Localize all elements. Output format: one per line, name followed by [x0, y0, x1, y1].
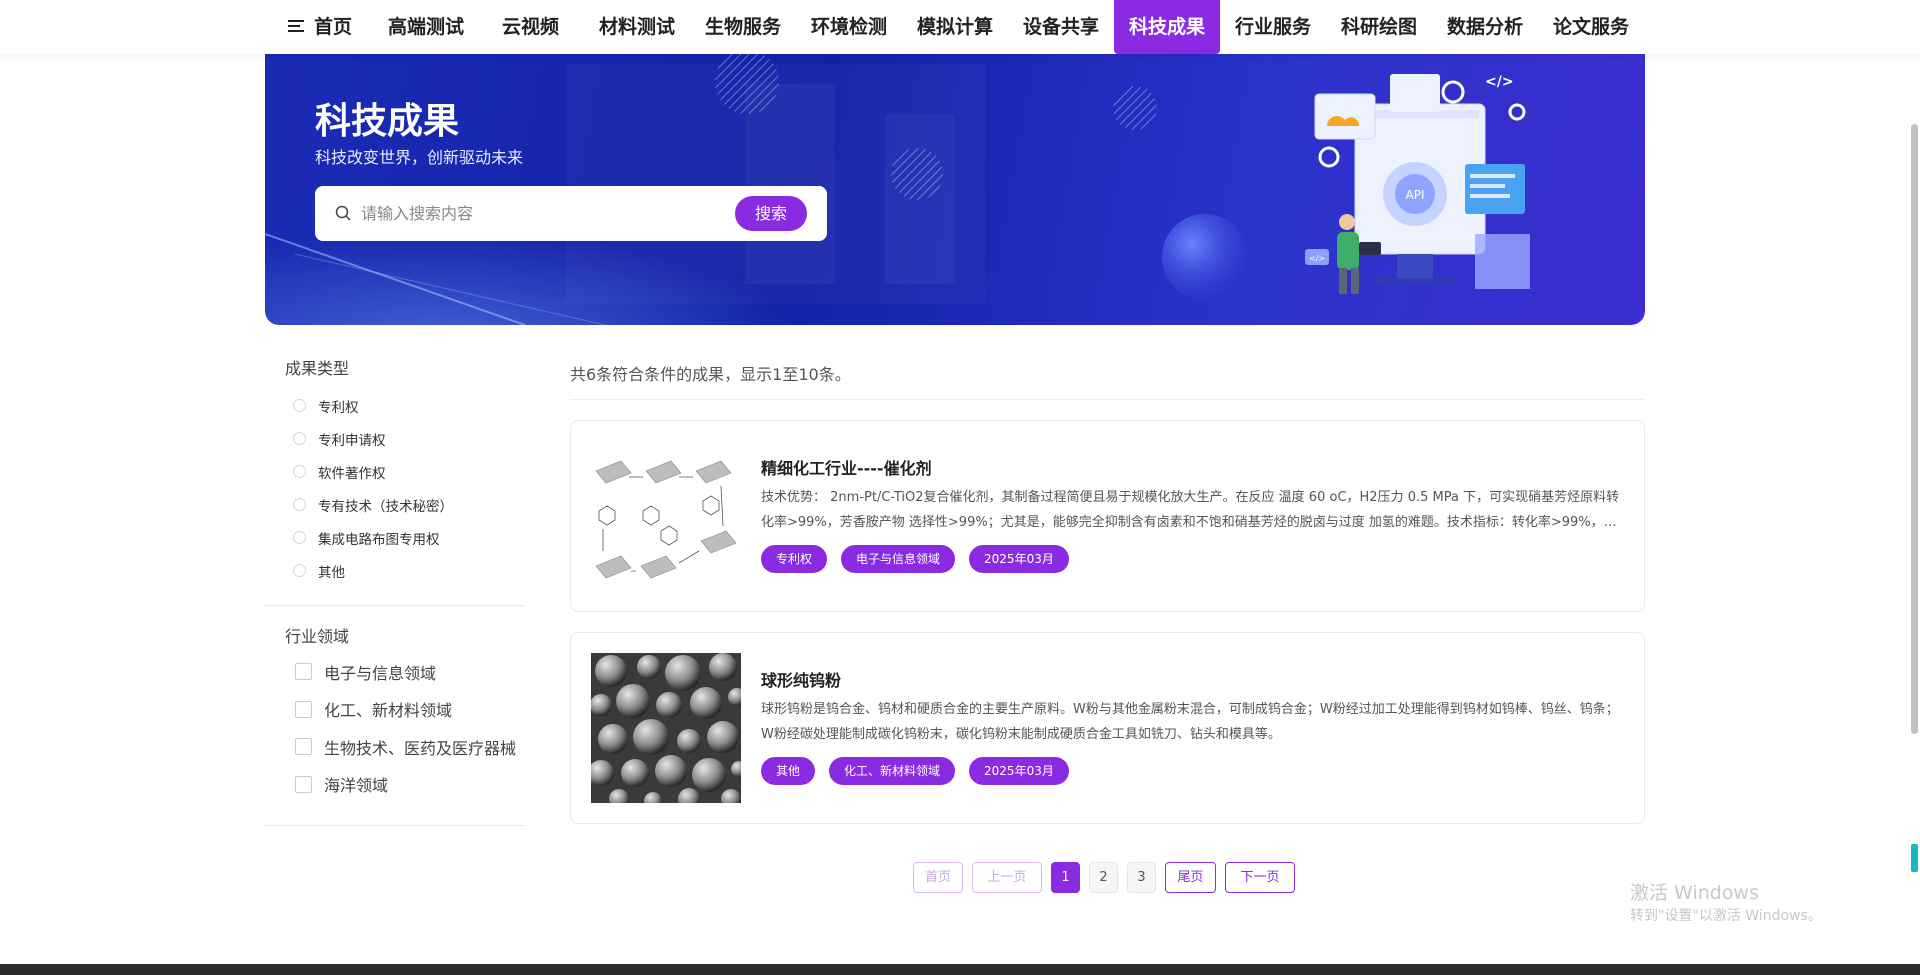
first-page-button[interactable]: 首页: [913, 862, 963, 893]
tungsten-powder-image: [591, 653, 741, 803]
search-input[interactable]: [361, 196, 701, 231]
last-page-button[interactable]: 尾页: [1165, 862, 1216, 893]
result-description: 球形钨粉是钨合金、钨材和硬质合金的主要生产原料。W粉与其他金属粉末混合，可制成钨…: [761, 702, 1619, 742]
next-page-button[interactable]: 下一页: [1225, 862, 1295, 893]
code-label: </>: [1485, 74, 1514, 90]
type-option-label: 专利权: [318, 399, 359, 416]
tag-type[interactable]: 其他: [761, 757, 816, 785]
result-card[interactable]: 精细化工行业----催化剂 技术优势： 2nm-Pt/C-TiO2复合催化剂，其…: [570, 420, 1645, 612]
result-title[interactable]: 精细化工行业----催化剂: [761, 455, 932, 479]
radio-button[interactable]: [293, 432, 306, 445]
checkbox[interactable]: [295, 663, 312, 681]
search-icon: [335, 205, 351, 221]
radio-button[interactable]: [293, 498, 306, 511]
type-option-patent[interactable]: 专利权: [293, 389, 525, 422]
field-option-marine[interactable]: 海洋领域: [295, 766, 525, 804]
type-option-ic-layout[interactable]: 集成电路布图专用权: [293, 521, 525, 554]
pagination: 首页 上一页 1 2 3 尾页 下一页: [913, 862, 1304, 893]
type-option-patent-application[interactable]: 专利申请权: [293, 422, 525, 455]
field-option-label: 生物技术、医药及医疗器械: [324, 738, 517, 758]
type-option-label: 软件著作权: [318, 465, 386, 482]
type-option-other[interactable]: 其他: [293, 554, 525, 587]
nav-item-paper-services[interactable]: 论文服务: [1548, 0, 1634, 54]
api-label: API: [1406, 188, 1425, 202]
footer-edge: [0, 964, 1920, 975]
nav-item-environment[interactable]: 环境检测: [806, 0, 892, 54]
checkbox[interactable]: [295, 738, 312, 756]
field-option-biotech-medical[interactable]: 生物技术、医药及医疗器械: [295, 728, 525, 766]
field-option-electronics[interactable]: 电子与信息领域: [295, 653, 525, 691]
tag-field[interactable]: 化工、新材料领域: [829, 757, 956, 785]
tag-date[interactable]: 2025年03月: [969, 545, 1069, 573]
scroll-side-marker: [1911, 844, 1918, 872]
nav-item-simulation[interactable]: 模拟计算: [912, 0, 998, 54]
result-image-tungsten[interactable]: [591, 653, 741, 803]
activation-watermark-text: 转到"设置"以激活 Windows。: [1630, 908, 1822, 924]
radio-button[interactable]: [293, 564, 306, 577]
radio-button[interactable]: [293, 531, 306, 544]
top-nav: 首页 高端测试 云视频 材料测试 生物服务 环境检测 模拟计算 设备共享 科技成…: [0, 0, 1920, 54]
nav-item-label: 首页: [313, 16, 352, 38]
result-description: 技术优势： 2nm-Pt/C-TiO2复合催化剂，其制备过程简便且易于规模化放大…: [761, 490, 1620, 530]
tag-type[interactable]: 专利权: [761, 545, 828, 573]
nav-item-bio-services[interactable]: 生物服务: [700, 0, 786, 54]
radio-button[interactable]: [293, 465, 306, 478]
field-group-title: 行业领域: [285, 627, 350, 646]
type-option-know-how[interactable]: 专有技术（技术秘密）: [293, 488, 525, 521]
code-label-small: </>: [1309, 254, 1325, 263]
field-option-label: 化工、新材料领域: [324, 701, 453, 721]
page-title: 科技成果: [315, 101, 460, 142]
type-option-label: 专有技术（技术秘密）: [318, 498, 453, 515]
divider: [265, 825, 525, 826]
result-summary: 共6条符合条件的成果，显示1至10条。: [570, 355, 1645, 400]
nav-item-tech-achievements[interactable]: 科技成果: [1114, 0, 1220, 54]
nav-item-cloud-video[interactable]: 云视频: [493, 0, 568, 54]
nav-item-research-drawing[interactable]: 科研绘图: [1336, 0, 1422, 54]
nav-item-high-end-testing[interactable]: 高端测试: [383, 0, 469, 54]
page-scrollbar[interactable]: [1908, 54, 1920, 967]
checkbox[interactable]: [295, 775, 312, 793]
result-tags: 专利权 电子与信息领域 2025年03月: [761, 545, 1083, 573]
page-subtitle: 科技改变世界，创新驱动未来: [315, 148, 524, 167]
type-option-label: 专利申请权: [318, 432, 386, 449]
filter-sidebar: 成果类型 专利权 专利申请权 软件著作权 专有技术（技术秘密） 集成电路布图专用…: [265, 355, 525, 826]
type-option-label: 其他: [318, 564, 345, 581]
prev-page-button[interactable]: 上一页: [972, 862, 1042, 893]
nav-item-home[interactable]: 首页: [285, 0, 355, 54]
result-image-catalyst[interactable]: [591, 441, 741, 591]
hero-banner: 科技成果 科技改变世界，创新驱动未来 搜索 API </> </>: [265, 54, 1645, 325]
tag-field[interactable]: 电子与信息领域: [841, 545, 956, 573]
result-card[interactable]: 球形纯钨粉 球形钨粉是钨合金、钨材和硬质合金的主要生产原料。W粉与其他金属粉末混…: [570, 632, 1645, 824]
api-illustration: API </> </>: [1305, 74, 1530, 294]
type-option-label: 集成电路布图专用权: [318, 531, 440, 548]
activation-watermark-title: 激活 Windows: [1630, 882, 1759, 904]
field-option-label: 电子与信息领域: [324, 663, 437, 683]
reaction-scheme-image: [591, 441, 741, 591]
type-group-title: 成果类型: [285, 359, 350, 378]
nav-item-equipment-sharing[interactable]: 设备共享: [1018, 0, 1104, 54]
result-tags: 其他 化工、新材料领域 2025年03月: [761, 757, 1083, 785]
page-button-3[interactable]: 3: [1127, 862, 1156, 893]
tag-date[interactable]: 2025年03月: [969, 757, 1069, 785]
search-box: 搜索: [315, 186, 827, 241]
results-panel: 共6条符合条件的成果，显示1至10条。 精细化工行业----催化剂 技术优势： …: [570, 355, 1645, 824]
field-option-chemical-materials[interactable]: 化工、新材料领域: [295, 691, 525, 729]
type-option-software-copyright[interactable]: 软件著作权: [293, 455, 525, 488]
nav-item-industry-services[interactable]: 行业服务: [1230, 0, 1316, 54]
search-button[interactable]: 搜索: [735, 196, 807, 231]
scrollbar-thumb[interactable]: [1911, 124, 1918, 734]
checkbox[interactable]: [295, 700, 312, 718]
nav-item-data-analysis[interactable]: 数据分析: [1442, 0, 1528, 54]
page-button-1[interactable]: 1: [1051, 862, 1080, 893]
field-option-label: 海洋领域: [324, 776, 389, 796]
result-title[interactable]: 球形纯钨粉: [761, 667, 841, 691]
radio-button[interactable]: [293, 399, 306, 412]
menu-icon: [287, 19, 304, 32]
nav-item-material-testing[interactable]: 材料测试: [594, 0, 680, 54]
page-button-2[interactable]: 2: [1089, 862, 1118, 893]
